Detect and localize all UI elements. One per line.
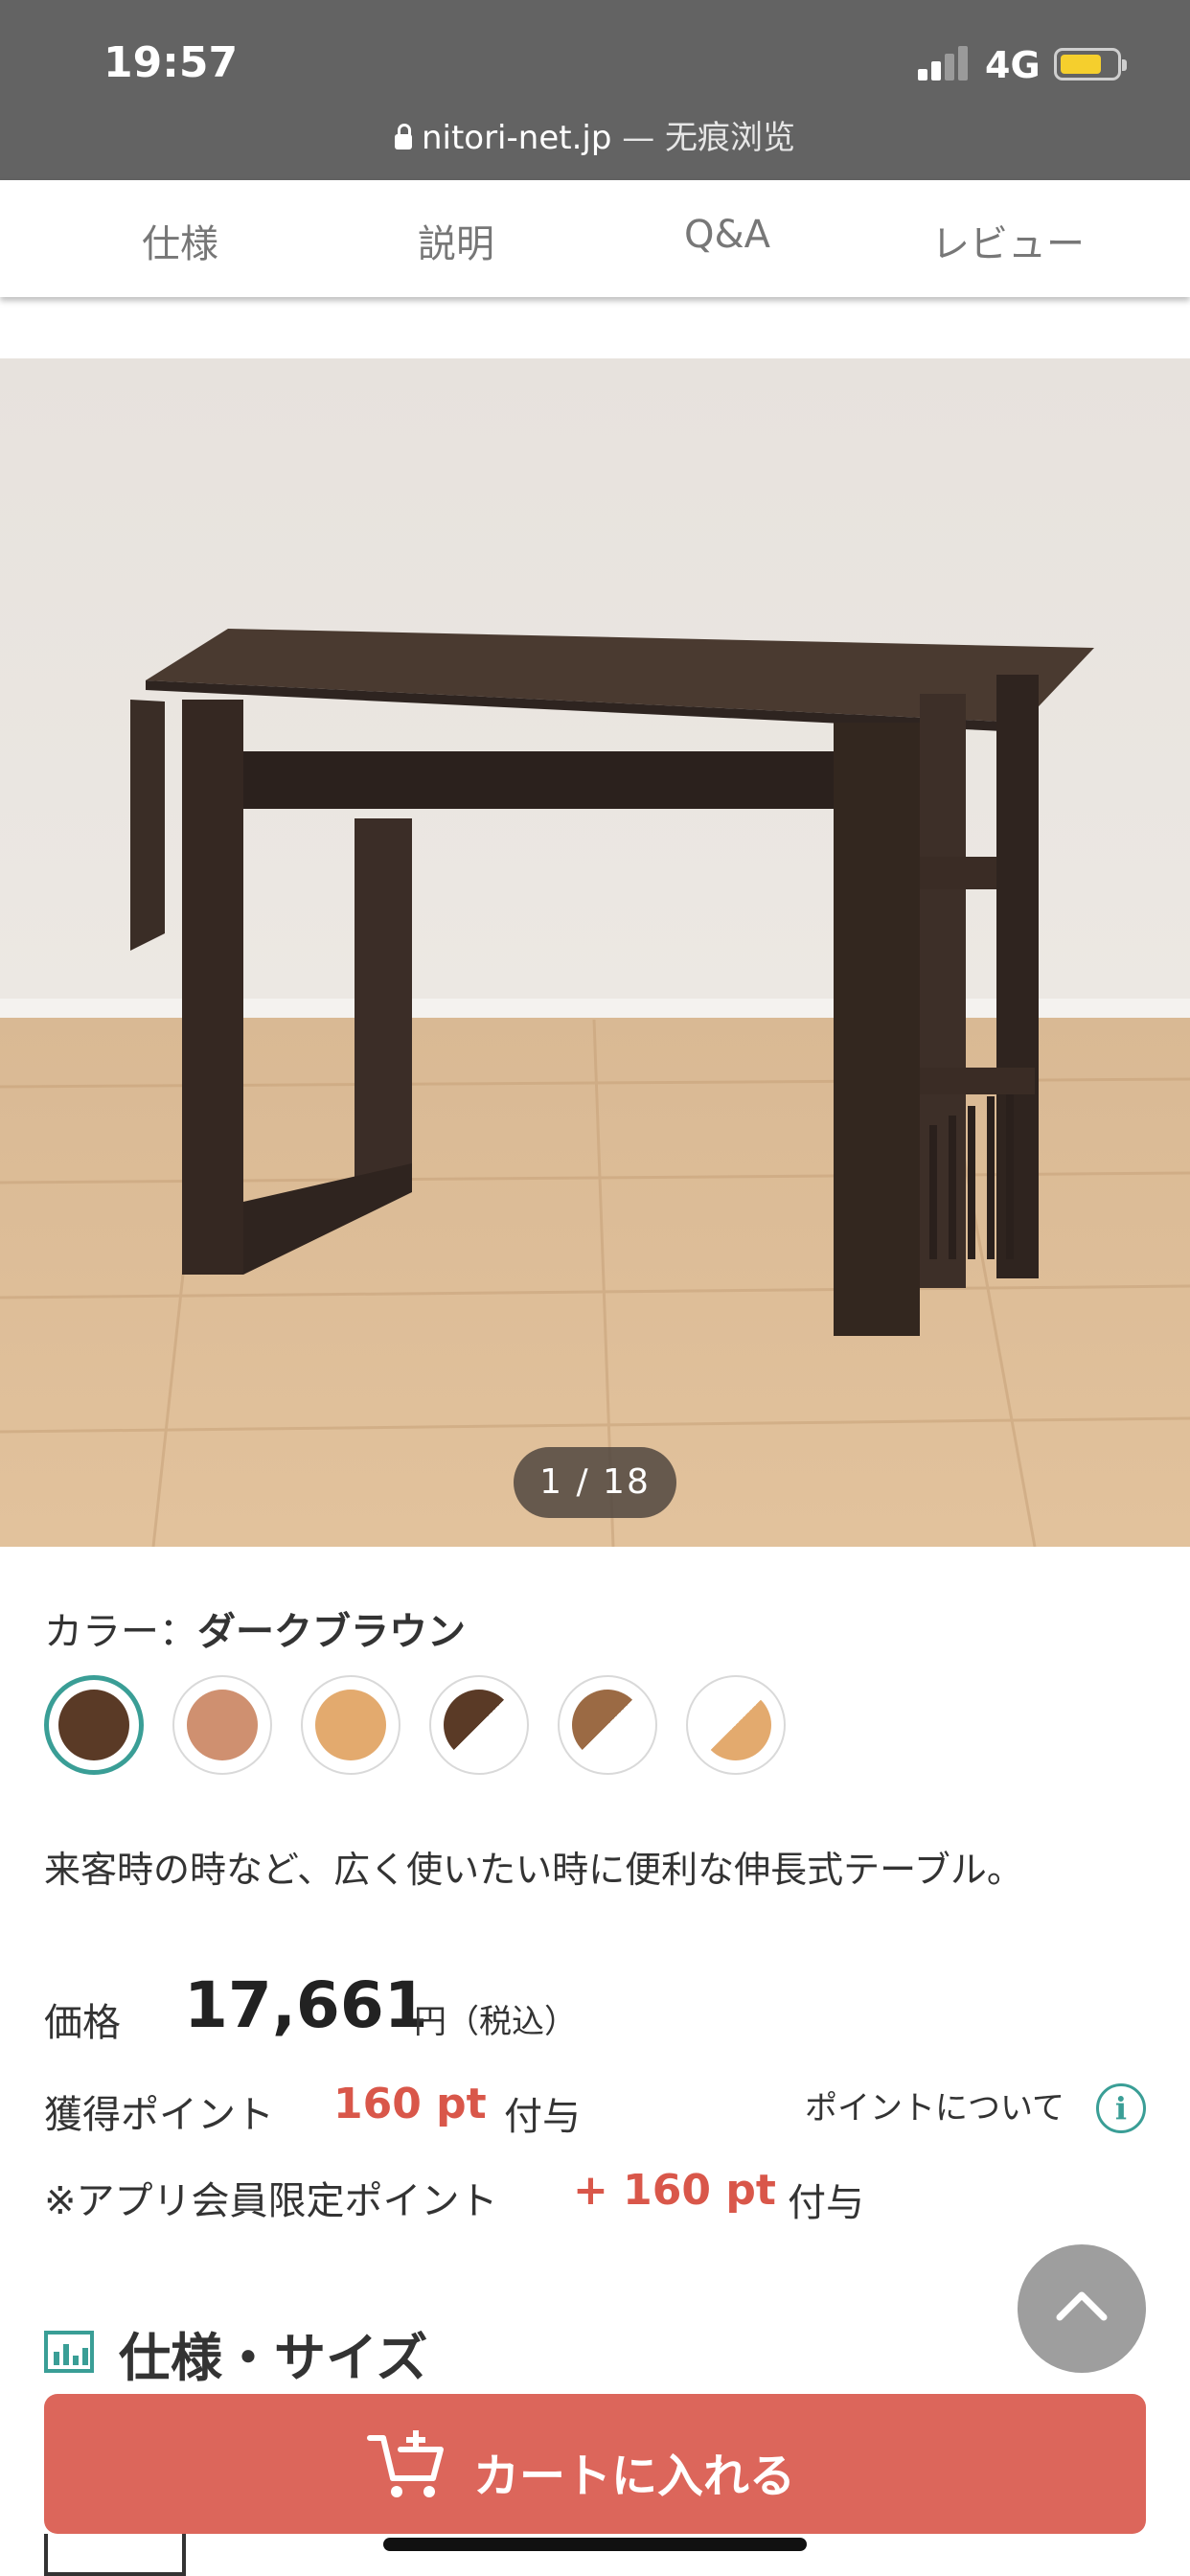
signal-icon (918, 46, 970, 80)
price-unit: 円（税込） (414, 2003, 577, 2041)
tab-reviews[interactable]: レビュー (931, 213, 1085, 268)
section-title: 仕様・サイズ (119, 2328, 428, 2388)
chevron-up-icon (1056, 2291, 1108, 2321)
url-domain: nitori-net.jp (421, 119, 612, 157)
swatch-dot (58, 1690, 129, 1760)
cart-icon (367, 2430, 444, 2497)
network-type: 4G (985, 44, 1041, 86)
selected-color-name: ダークブラウン (197, 1610, 466, 1654)
earned-points-suffix: 付与 (504, 2095, 581, 2139)
swatch-dot (572, 1690, 643, 1760)
section-tab-bar: 仕様 説明 Q&A レビュー (0, 180, 1190, 297)
points-info-link[interactable]: ポイントについて (805, 2082, 1064, 2128)
tab-description[interactable]: 説明 (418, 213, 494, 268)
info-icon[interactable]: i (1096, 2083, 1146, 2133)
battery-icon (1054, 48, 1127, 80)
add-to-cart-button[interactable]: カートに入れる (44, 2394, 1146, 2534)
tab-qa[interactable]: Q&A (684, 213, 770, 257)
color-swatch-3[interactable] (301, 1675, 400, 1775)
color-swatch-4[interactable] (429, 1675, 529, 1775)
status-bar: 19:57 4G nitori-net.jp — 无痕浏览 (0, 0, 1190, 180)
swatch-dot (187, 1690, 258, 1760)
earned-points-value: 160 pt (333, 2080, 487, 2128)
tab-spec[interactable]: 仕様 (142, 213, 218, 268)
price-label: 価格 (44, 2001, 121, 2045)
lock-icon (394, 124, 412, 150)
color-label: カラー：ダークブラウン (44, 1600, 466, 1656)
color-swatch-2[interactable] (172, 1675, 272, 1775)
status-time: 19:57 (103, 38, 239, 87)
color-swatch-dark-brown[interactable] (44, 1675, 144, 1775)
home-indicator[interactable] (383, 2538, 807, 2551)
chart-icon (44, 2331, 94, 2373)
swatch-dot (444, 1690, 515, 1760)
app-points-value: + 160 pt (573, 2166, 776, 2215)
price-value: 17,661 (184, 1968, 428, 2042)
url-bar[interactable]: nitori-net.jp — 无痕浏览 (0, 111, 1190, 158)
partial-spec-tile (44, 2534, 186, 2576)
image-counter: 1 / 18 (514, 1447, 676, 1518)
add-to-cart-label: カートに入れる (473, 2450, 796, 2503)
color-swatch-5[interactable] (558, 1675, 657, 1775)
table-photo (0, 358, 1190, 1547)
product-image[interactable] (0, 358, 1190, 1547)
scroll-to-top-button[interactable] (1018, 2244, 1146, 2373)
private-mode-label: — 无痕浏览 (611, 119, 796, 157)
color-swatch-6[interactable] (686, 1675, 786, 1775)
app-points-label: ※アプリ会員限定ポイント (44, 2179, 498, 2223)
color-label-prefix: カラー： (44, 1610, 197, 1654)
app-points-suffix: 付与 (788, 2181, 864, 2225)
product-description: 来客時の時など、広く使いたい時に便利な伸長式テーブル。 (44, 1849, 1023, 1891)
swatch-dot (700, 1690, 771, 1760)
swatch-dot (315, 1690, 386, 1760)
earned-points-label: 獲得ポイント (44, 2093, 274, 2137)
